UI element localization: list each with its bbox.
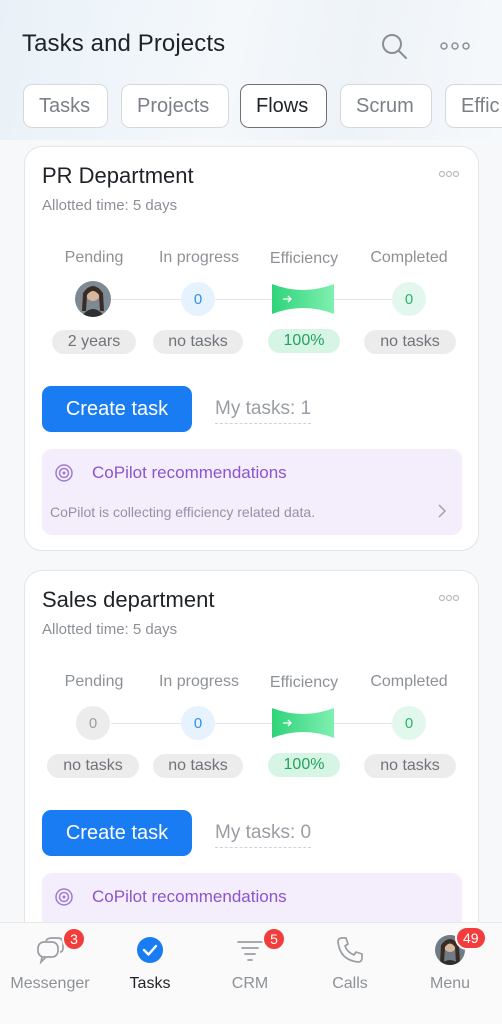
- tab-flows[interactable]: Flows: [240, 84, 327, 128]
- copilot-panel[interactable]: CoPilot recommendations CoPilot is colle…: [42, 449, 462, 535]
- completed-count: 0: [392, 282, 426, 316]
- nav-label-tasks: Tasks: [129, 975, 171, 992]
- nav-label-menu: Menu: [429, 975, 471, 992]
- card-title: PR Department: [42, 163, 194, 188]
- card-subtitle: Allotted time: 5 days: [42, 197, 178, 214]
- my-tasks-link[interactable]: My tasks: 0: [215, 822, 312, 848]
- tab-scrum[interactable]: Scrum: [340, 84, 432, 128]
- pending-pill: 2 years: [52, 330, 136, 354]
- more-icon[interactable]: [438, 36, 472, 56]
- create-task-button[interactable]: Create task: [42, 386, 192, 432]
- in-progress-count: 0: [181, 282, 215, 316]
- stage-connector: [111, 299, 401, 300]
- card-more-icon[interactable]: [438, 169, 460, 179]
- stage-label-in-progress: In progress: [158, 249, 240, 266]
- copilot-title: CoPilot recommendations: [92, 887, 287, 906]
- copilot-text: CoPilot is collecting efficiency related…: [50, 504, 316, 520]
- copilot-icon: [55, 464, 73, 482]
- stage-connector: [111, 723, 401, 724]
- phone-icon: [337, 937, 363, 963]
- stage-label-pending: Pending: [64, 249, 124, 266]
- tab-projects[interactable]: Projects: [121, 84, 229, 128]
- efficiency-pill: 100%: [268, 753, 340, 777]
- pending-count: 0: [76, 706, 110, 740]
- efficiency-hourglass-icon: [272, 284, 334, 314]
- nav-label-calls: Calls: [332, 975, 368, 992]
- nav-calls[interactable]: Calls: [300, 923, 400, 1024]
- card-more-icon[interactable]: [438, 593, 460, 603]
- chevron-right-icon[interactable]: [436, 503, 448, 519]
- nav-tasks[interactable]: Tasks: [100, 923, 200, 1024]
- my-tasks-link[interactable]: My tasks: 1: [215, 398, 312, 424]
- completed-pill: no tasks: [364, 330, 456, 354]
- completed-pill: no tasks: [364, 754, 456, 778]
- crm-badge: 5: [262, 927, 286, 951]
- tab-bar: Tasks Projects Flows Scrum Effic: [0, 84, 502, 130]
- flow-card-sales-department[interactable]: Sales department Allotted time: 5 days P…: [24, 570, 479, 959]
- avatar[interactable]: [75, 281, 111, 317]
- completed-count: 0: [392, 706, 426, 740]
- copilot-icon: [55, 888, 73, 906]
- stage-label-efficiency: Efficiency: [269, 674, 339, 691]
- stage-label-completed: Completed: [370, 673, 448, 690]
- nav-label-crm: CRM: [231, 975, 269, 992]
- menu-badge: 49: [455, 926, 487, 950]
- search-icon[interactable]: [378, 30, 410, 62]
- efficiency-pill: 100%: [268, 329, 340, 353]
- stage-label-in-progress: In progress: [158, 673, 240, 690]
- create-task-button[interactable]: Create task: [42, 810, 192, 856]
- nav-messenger[interactable]: 3 Messenger: [0, 923, 100, 1024]
- card-subtitle: Allotted time: 5 days: [42, 621, 178, 638]
- in-progress-pill: no tasks: [153, 754, 243, 778]
- messenger-badge: 3: [62, 927, 86, 951]
- efficiency-hourglass-icon: [272, 708, 334, 738]
- in-progress-count: 0: [181, 706, 215, 740]
- tasks-check-icon: [137, 937, 163, 963]
- copilot-title: CoPilot recommendations: [92, 463, 287, 482]
- card-title: Sales department: [42, 587, 215, 612]
- bottom-navigation: 3 Messenger Tasks 5 CRM Calls 49 Menu: [0, 922, 502, 1024]
- stage-label-efficiency: Efficiency: [269, 250, 339, 267]
- flow-card-pr-department[interactable]: PR Department Allotted time: 5 days Pend…: [24, 146, 479, 551]
- tab-tasks[interactable]: Tasks: [23, 84, 108, 128]
- app-header: Tasks and Projects: [0, 0, 502, 90]
- nav-menu[interactable]: 49 Menu: [400, 923, 500, 1024]
- page-title: Tasks and Projects: [22, 30, 226, 57]
- in-progress-pill: no tasks: [153, 330, 243, 354]
- pending-pill: no tasks: [47, 754, 139, 778]
- stage-label-completed: Completed: [370, 249, 448, 266]
- nav-label-messenger: Messenger: [10, 975, 90, 992]
- nav-crm[interactable]: 5 CRM: [200, 923, 300, 1024]
- tab-efficiency[interactable]: Effic: [445, 84, 502, 128]
- stage-label-pending: Pending: [64, 673, 124, 690]
